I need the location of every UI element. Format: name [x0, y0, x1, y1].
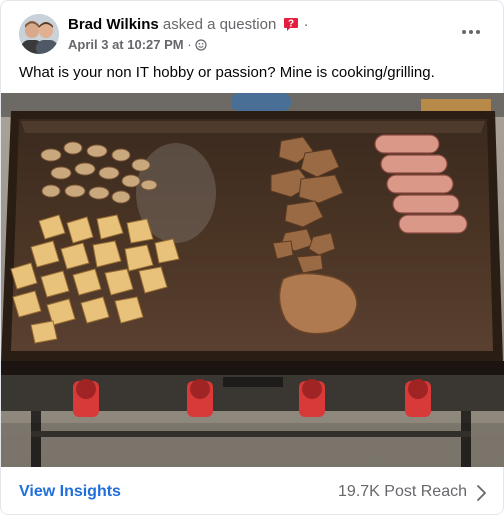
author-name[interactable]: Brad Wilkins — [68, 16, 159, 33]
author-line: Brad Wilkins asked a question ? · — [68, 16, 309, 33]
globe-icon — [195, 39, 207, 51]
post-card: Brad Wilkins asked a question ? · April … — [0, 0, 504, 515]
more-options-icon[interactable] — [457, 18, 485, 46]
svg-text:?: ? — [288, 19, 294, 30]
post-header: Brad Wilkins asked a question ? · April … — [19, 14, 489, 58]
post-photo[interactable] — [1, 93, 504, 467]
post-reach-link[interactable]: 19.7K Post Reach — [338, 483, 467, 501]
post-action: asked a question — [162, 16, 277, 33]
post-timestamp[interactable]: April 3 at 10:27 PM — [68, 37, 184, 52]
post-text: What is your non IT hobby or passion? Mi… — [19, 64, 435, 81]
post-meta: April 3 at 10:27 PM · — [68, 37, 207, 52]
griddle-photo — [1, 93, 504, 467]
meta-separator: · — [187, 37, 192, 52]
chevron-right-icon[interactable] — [475, 484, 487, 502]
question-mark-badge-icon: ? — [284, 18, 299, 31]
post-footer: View Insights 19.7K Post Reach — [1, 467, 504, 516]
avatar[interactable] — [19, 14, 59, 54]
view-insights-link[interactable]: View Insights — [19, 483, 121, 501]
header-separator: · — [303, 16, 309, 33]
